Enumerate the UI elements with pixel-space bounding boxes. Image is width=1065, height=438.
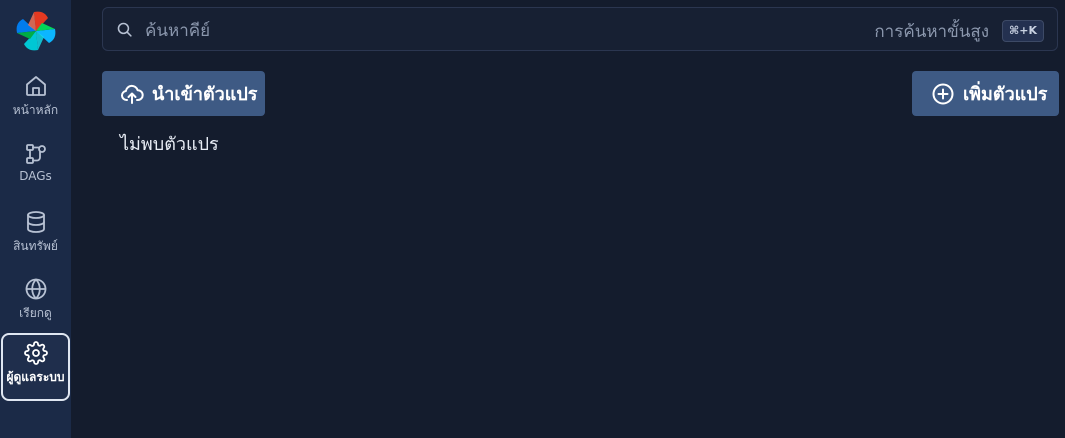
import-variables-button[interactable]: นำเข้าตัวแปร <box>102 71 265 116</box>
add-variable-label: เพิ่มตัวแปร <box>963 84 1048 105</box>
database-icon <box>26 211 45 233</box>
gear-icon <box>23 341 48 365</box>
search-icon <box>117 22 132 37</box>
sidebar-item-assets[interactable]: สินทรัพย์ <box>1 204 70 272</box>
empty-state-message: ไม่พบตัวแปร <box>120 134 219 155</box>
sidebar-item-home[interactable]: หน้าหลัก <box>1 68 70 136</box>
home-icon <box>25 76 46 96</box>
airflow-logo[interactable] <box>15 10 57 52</box>
sidebar-item-label: สินทรัพย์ <box>13 239 58 253</box>
sidebar-item-browse[interactable]: เรียกดู <box>1 271 70 339</box>
plus-circle-icon <box>932 83 954 104</box>
sidebar-item-label: เรียกดู <box>19 306 52 320</box>
search-input[interactable] <box>143 17 847 45</box>
dag-flow-icon <box>25 144 46 164</box>
sidebar-item-admin[interactable]: ผู้ดูแลระบบ <box>1 333 70 401</box>
sidebar-item-label: หน้าหลัก <box>12 103 59 117</box>
sidebar-item-label: DAGs <box>19 169 52 183</box>
upload-cloud-icon <box>121 84 144 104</box>
globe-icon <box>25 278 46 300</box>
app-window: หน้าหลัก DAGs สินทรัพย์ เรียกดู ผู้ดูแลร… <box>0 0 1065 438</box>
sidebar-item-label: ผู้ดูแลระบบ <box>6 370 65 384</box>
import-variables-label: นำเข้าตัวแปร <box>152 84 258 105</box>
search-bar: การค้นหาขั้นสูง ⌘+K <box>102 7 1058 51</box>
sidebar: หน้าหลัก DAGs สินทรัพย์ เรียกดู ผู้ดูแลร… <box>0 0 71 438</box>
add-variable-button[interactable]: เพิ่มตัวแปร <box>912 71 1059 116</box>
sidebar-item-dags[interactable]: DAGs <box>1 136 70 204</box>
keyboard-shortcut-badge: ⌘+K <box>1002 20 1044 42</box>
advanced-search-link[interactable]: การค้นหาขั้นสูง <box>874 18 989 45</box>
